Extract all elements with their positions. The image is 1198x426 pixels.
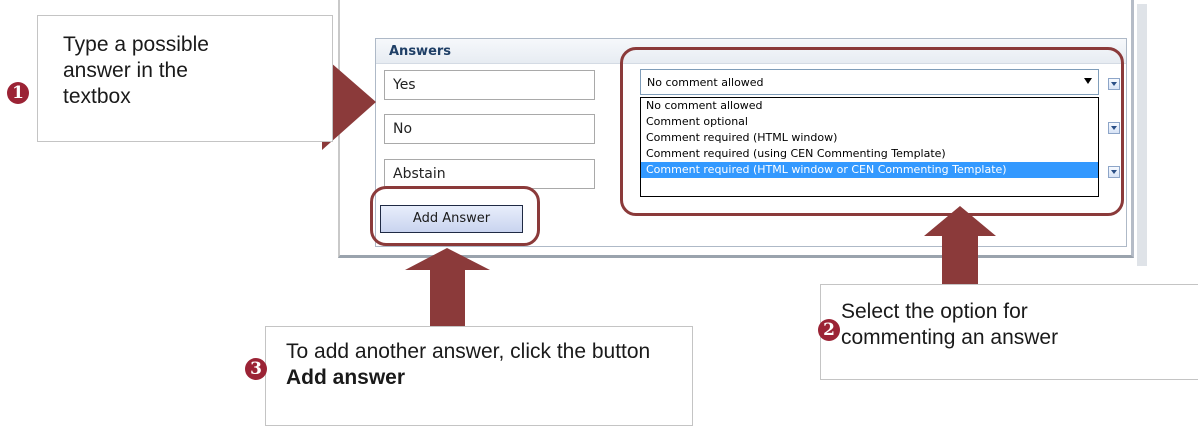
up-arrow-add-button <box>405 248 490 326</box>
up-arrow-comment-select <box>924 206 996 285</box>
callout-step-1: Type a possible answer in the textbox <box>37 15 333 142</box>
callout-step-3: To add another answer, click the button … <box>265 326 693 426</box>
callout-3-text: To add another answer, click the button … <box>286 339 656 391</box>
step-2-badge: 2 <box>818 319 840 341</box>
callout-1-text: Type a possible answer in the textbox <box>63 33 209 108</box>
callout-2-text: Select the option for commenting an answ… <box>841 300 1059 349</box>
callout-step-2: Select the option for commenting an answ… <box>820 284 1198 380</box>
step-1-badge: 1 <box>7 82 29 104</box>
step-3-badge: 3 <box>245 358 267 380</box>
callout-3-text-bold: Add answer <box>286 366 406 389</box>
callout-3-text-plain: To add another answer, click the button <box>286 340 651 363</box>
